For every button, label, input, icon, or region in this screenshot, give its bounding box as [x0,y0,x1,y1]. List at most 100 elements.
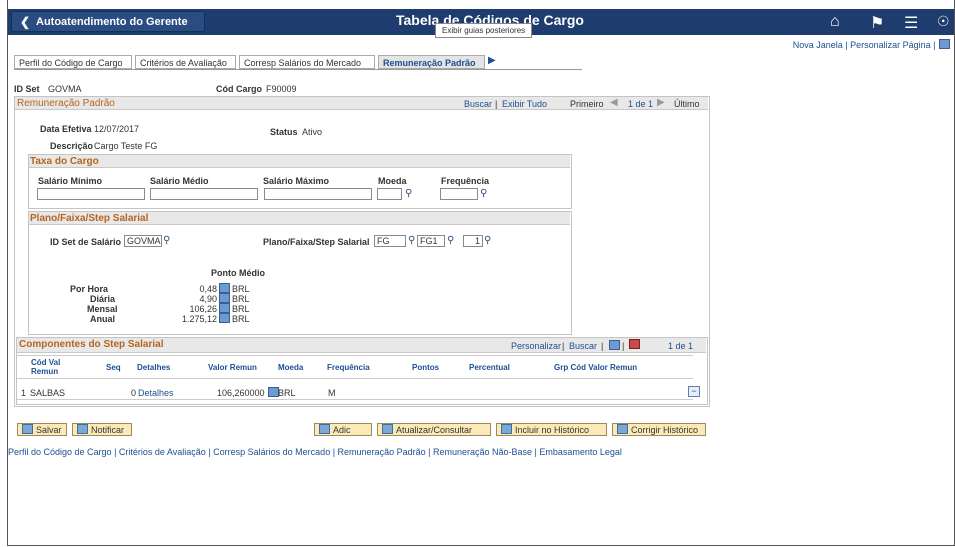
save-button[interactable]: Salvar [17,423,67,436]
personalize-link[interactable]: Personalizar [511,341,561,351]
row-valor: 106,260000 [217,388,265,398]
range-label: 1 de 1 [628,99,654,109]
menu-icon[interactable]: ☰ [904,13,918,33]
footer-link-perfil[interactable]: Perfil do Código de Cargo [8,447,112,457]
por-hora-currency: BRL [232,284,250,294]
help-icon[interactable] [939,39,950,49]
prev-icon[interactable]: ◀ [610,97,618,108]
tab-perfil[interactable]: Perfil do Código de Cargo [14,55,132,69]
add-button[interactable]: Adic [314,423,372,436]
delete-row-icon[interactable]: − [688,386,700,397]
section-header [15,97,708,110]
tab-divider [14,69,582,70]
calculator-icon[interactable] [219,283,230,293]
plano-title: Plano/Faixa/Step Salarial [30,213,149,224]
codcargo-label: Cód Cargo [216,84,262,94]
section-title: Remuneração Padrão [17,98,115,109]
top-links: Nova Janela | Personalizar Página | [793,39,950,50]
comp-search-link[interactable]: Buscar [569,341,597,351]
max-label: Salário Máximo [263,176,330,186]
date-label: Data Efetiva [40,124,92,134]
calculator-icon[interactable] [219,303,230,313]
idset-search-icon[interactable]: ⚲ [163,235,170,246]
footer-links: Perfil do Código de Cargo | Critérios de… [8,447,622,457]
min-input[interactable] [37,188,145,200]
plano-input[interactable]: FG [374,235,406,247]
calculator-icon[interactable] [219,313,230,323]
diaria-currency: BRL [232,294,250,304]
plano-search-icon[interactable]: ⚲ [408,235,415,246]
anual-currency: BRL [232,314,250,324]
footer-link-remuneracao[interactable]: Remuneração Padrão [338,447,426,457]
date-value: 12/07/2017 [94,124,140,134]
tab-remuneracao[interactable]: Remuneração Padrão [378,55,485,69]
calculator-icon[interactable] [219,293,230,303]
moeda-input[interactable] [377,188,402,200]
update-icon [382,424,393,434]
step-input[interactable]: 1 [463,235,483,247]
row-detalhes-link[interactable]: Detalhes [138,388,174,398]
idset-label: ID Set [14,84,40,94]
next-tabs-icon[interactable]: ▶ [488,55,496,66]
history-button[interactable]: Incluir no Histórico [496,423,607,436]
idset-value: GOVMA [48,84,82,94]
row-freq: M [328,388,336,398]
save-icon [22,424,33,434]
col-percentual: Percentual [469,363,510,372]
anual-value: 1.275,12 [181,314,217,324]
comp-title: Componentes do Step Salarial [19,339,164,350]
next-icon[interactable]: ▶ [657,97,665,108]
anual-label: Anual [90,314,116,324]
footer-link-corresp[interactable]: Corresp Salários do Mercado [213,447,330,457]
row-moeda: BRL [278,388,296,398]
footer-link-embasamento[interactable]: Embasamento Legal [539,447,622,457]
search-link[interactable]: Buscar [464,99,492,109]
faixa-input[interactable]: FG1 [417,235,445,247]
med-label: Salário Médio [150,176,209,186]
faixa-search-icon[interactable]: ⚲ [447,235,454,246]
notify-icon [77,424,88,434]
add-icon [319,424,330,434]
notify-button[interactable]: Notificar [72,423,132,436]
freq-input[interactable] [440,188,478,200]
row-num: 1 [21,388,27,398]
new-window-link[interactable]: Nova Janela [793,40,843,50]
comp-grid: Cód Val Remun Seq Detalhes Valor Remun M… [17,355,700,401]
col-moeda: Moeda [278,363,304,372]
col-detalhes: Detalhes [137,363,171,372]
row-cod: SALBAS [30,388,66,398]
por-hora-value: 0,48 [199,284,217,294]
taxa-title: Taxa do Cargo [30,156,99,167]
moeda-label: Moeda [378,176,407,186]
max-input[interactable] [264,188,372,200]
personalize-page-link[interactable]: Personalizar Página [850,40,931,50]
navbar-icon[interactable]: ☉ [937,13,950,30]
show-all-link[interactable]: Exibir Tudo [502,99,547,109]
codcargo-value: F90009 [266,84,297,94]
update-button[interactable]: Atualizar/Consultar [377,423,491,436]
col-pontos: Pontos [412,363,440,372]
status-label: Status [270,127,298,137]
home-icon[interactable]: ⌂ [830,13,840,31]
first-label: Primeiro [570,99,604,109]
freq-search-icon[interactable]: ⚲ [480,188,487,199]
tab-criterios[interactable]: Critérios de Avaliação [135,55,236,69]
back-button[interactable]: ❮ Autoatendimento do Gerente [11,11,205,32]
tooltip: Exibir guias posteriores [435,23,533,38]
comp-range: 1 de 1 [668,341,694,351]
tab-corresp[interactable]: Corresp Salários do Mercado [239,55,375,69]
footer-link-criterios[interactable]: Critérios de Avaliação [119,447,206,457]
idset-salario-input[interactable]: GOVMA [124,235,162,247]
med-input[interactable] [150,188,258,200]
footer-link-nao-base[interactable]: Remuneração Não-Base [433,447,532,457]
col-seq: Seq [106,363,121,372]
min-label: Salário Mínimo [38,176,103,186]
step-search-icon[interactable]: ⚲ [484,235,491,246]
por-hora-label: Por Hora [70,284,109,294]
flag-icon[interactable]: ⚑ [870,13,884,33]
moeda-search-icon[interactable]: ⚲ [405,188,412,199]
mensal-value: 106,26 [189,304,217,314]
col-grp: Grp Cód Valor Remun [554,363,638,372]
correct-history-button[interactable]: Corrigir Histórico [612,423,706,436]
zoom-icon [608,340,620,351]
